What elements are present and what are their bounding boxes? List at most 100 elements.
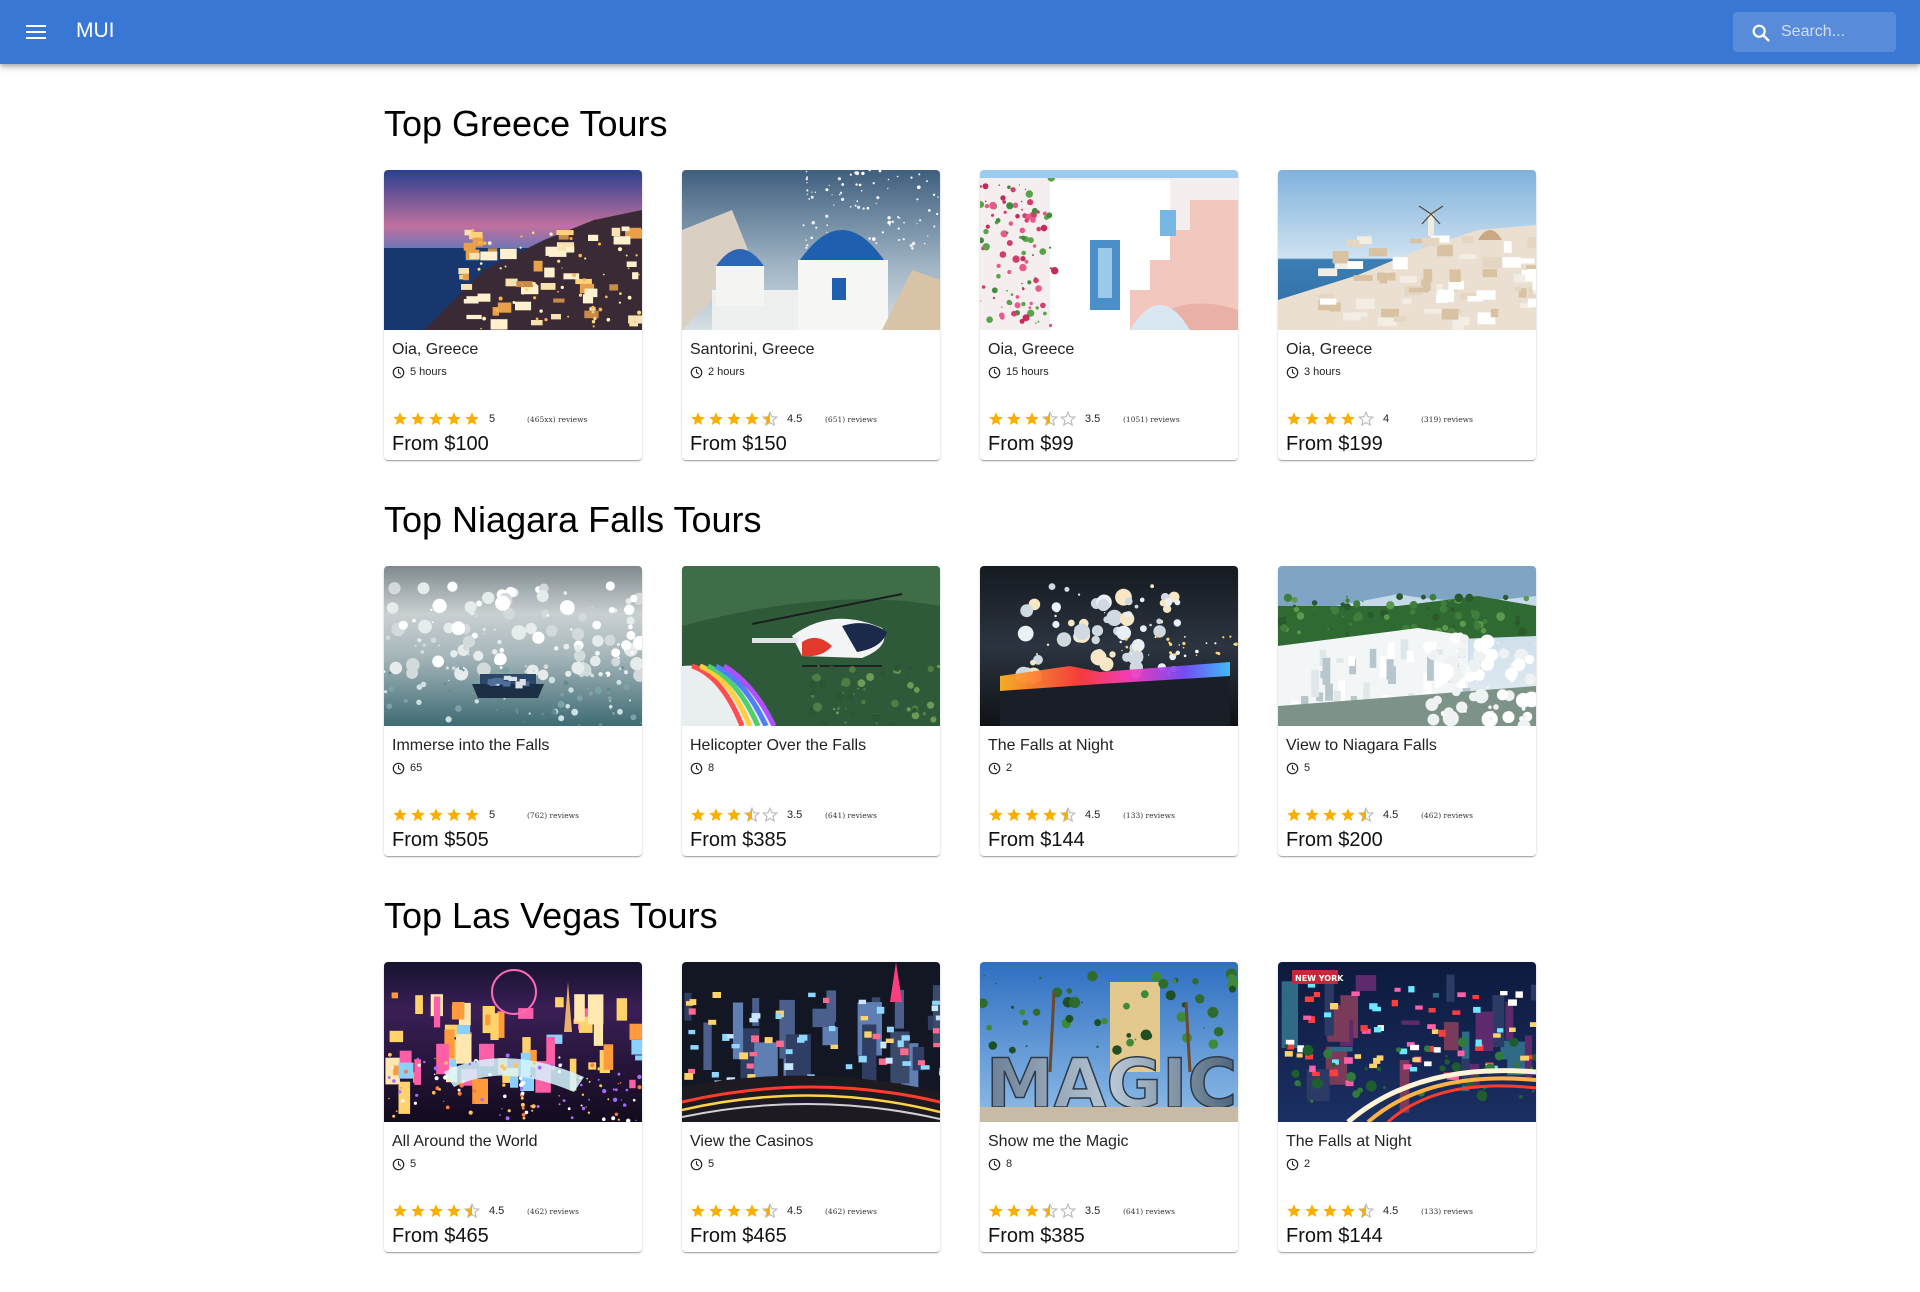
review-count: (462) reviews — [825, 1206, 877, 1216]
star-icon — [1305, 808, 1319, 821]
tour-card[interactable]: NEW YORK The Falls at Night 2 4.5 (133) … — [1278, 962, 1536, 1252]
tour-duration: 5 — [392, 1158, 416, 1171]
review-count: (641) reviews — [1123, 1206, 1175, 1216]
tour-name: The Falls at Night — [1286, 1133, 1412, 1150]
review-count: (462) reviews — [1421, 810, 1473, 820]
tour-card[interactable]: Helicopter Over the Falls 8 3.5 (641) re… — [682, 566, 940, 856]
tour-name: The Falls at Night — [988, 737, 1114, 754]
star-icon — [691, 808, 705, 821]
star-icon — [465, 808, 479, 821]
helicopter-rainbow-picture — [682, 566, 940, 726]
tour-price: From $465 — [690, 1225, 787, 1247]
star-icon — [411, 412, 425, 425]
star-icon — [465, 412, 479, 425]
vegas-strip-traffic-picture: NEW YORK — [1278, 962, 1536, 1122]
tour-rating: 4.5 (462) reviews — [690, 1203, 877, 1219]
search-box[interactable] — [1733, 12, 1896, 52]
rating-value: 4.5 — [787, 1205, 803, 1217]
tour-card[interactable]: View the Casinos 5 4.5 (462) reviews Fro… — [682, 962, 940, 1252]
tour-rating: 4.5 (651) reviews — [690, 411, 877, 427]
star-icon — [393, 412, 407, 425]
rating-stars — [1286, 1203, 1376, 1219]
tour-price: From $385 — [988, 1225, 1085, 1247]
rating-value: 4.5 — [489, 1205, 505, 1217]
tour-image-falls-night-lights — [980, 566, 1238, 726]
rating-value: 4.5 — [1383, 809, 1399, 821]
star-icon — [691, 1204, 705, 1217]
clock-icon — [690, 1158, 703, 1171]
tour-card[interactable]: Oia, Greece 3 hours 4 (319) reviews From… — [1278, 170, 1536, 460]
tour-rating: 5 (465xx) reviews — [392, 411, 587, 427]
rating-value: 4.5 — [1085, 809, 1101, 821]
tour-image-vegas-casinos-night — [682, 962, 940, 1122]
star-icon — [429, 1204, 443, 1217]
rating-value: 4 — [1383, 413, 1390, 425]
star-half-icon — [1042, 1203, 1058, 1219]
clock-icon — [1286, 762, 1299, 775]
star-icon — [691, 412, 705, 425]
star-half-icon — [1358, 807, 1374, 823]
star-half-icon — [1042, 411, 1058, 427]
rating-value: 5 — [489, 809, 496, 821]
tour-card[interactable]: Oia, Greece 5 hours 5 (465xx) reviews Fr… — [384, 170, 642, 460]
rating-stars — [988, 1203, 1078, 1219]
tour-card[interactable]: MAGIC Show me the Magic 8 3.5 (641) revi… — [980, 962, 1238, 1252]
star-icon — [1025, 808, 1039, 821]
star-icon — [1287, 808, 1301, 821]
tour-duration: 5 hours — [392, 366, 447, 379]
star-icon — [1341, 1204, 1355, 1217]
section-title-las-vegas: Top Las Vegas Tours — [384, 895, 718, 936]
rating-value: 4.5 — [1383, 1205, 1399, 1217]
tour-duration: 2 — [1286, 1158, 1310, 1171]
star-icon — [1341, 808, 1355, 821]
clock-icon — [392, 762, 405, 775]
star-icon — [989, 1204, 1003, 1217]
tour-duration: 5 — [690, 1158, 714, 1171]
tour-card[interactable]: Immerse into the Falls 65 5 (762) review… — [384, 566, 642, 856]
tour-image-helicopter-rainbow — [682, 566, 940, 726]
star-icon — [411, 808, 425, 821]
star-icon — [393, 808, 407, 821]
tour-duration-text: 5 hours — [410, 366, 447, 378]
rating-stars — [690, 1203, 780, 1219]
tour-card[interactable]: View to Niagara Falls 5 4.5 (462) review… — [1278, 566, 1536, 856]
search-input[interactable] — [1781, 12, 1889, 52]
star-icon — [393, 1204, 407, 1217]
tour-duration: 8 — [690, 762, 714, 775]
star-icon — [1305, 1204, 1319, 1217]
rating-stars — [1286, 411, 1376, 427]
menu-button[interactable] — [20, 16, 52, 48]
star-icon — [1025, 412, 1039, 425]
rating-stars — [392, 807, 482, 823]
tour-image-oia-night-town — [384, 170, 642, 330]
tour-image-oia-windmills — [1278, 170, 1536, 330]
tour-duration-text: 2 — [1304, 1158, 1311, 1170]
tour-rating: 5 (762) reviews — [392, 807, 579, 823]
rating-stars — [988, 807, 1078, 823]
review-count: (462) reviews — [527, 1206, 579, 1216]
star-icon — [989, 808, 1003, 821]
star-icon — [1025, 1204, 1039, 1217]
tour-rating: 4.5 (133) reviews — [988, 807, 1175, 823]
tour-card[interactable]: The Falls at Night 2 4.5 (133) reviews F… — [980, 566, 1238, 856]
rating-stars — [392, 411, 482, 427]
review-count: (133) reviews — [1123, 810, 1175, 820]
review-count: (651) reviews — [825, 414, 877, 424]
star-half-icon — [762, 411, 778, 427]
star-empty-icon — [762, 807, 778, 823]
tour-price: From $200 — [1286, 829, 1383, 851]
tour-card[interactable]: All Around the World 5 4.5 (462) reviews… — [384, 962, 642, 1252]
tour-duration: 3 hours — [1286, 366, 1341, 379]
search-icon — [1752, 24, 1770, 42]
rating-stars — [690, 411, 780, 427]
tour-card[interactable]: Oia, Greece 15 hours 3.5 (1051) reviews … — [980, 170, 1238, 460]
tour-price: From $465 — [392, 1225, 489, 1247]
clock-icon — [392, 366, 405, 379]
rating-stars — [988, 411, 1078, 427]
star-empty-icon — [1060, 1203, 1076, 1219]
star-icon — [1323, 808, 1337, 821]
tour-duration-text: 5 — [410, 1158, 417, 1170]
tour-card[interactable]: Santorini, Greece 2 hours 4.5 (651) revi… — [682, 170, 940, 460]
star-icon — [989, 412, 1003, 425]
rating-value: 5 — [489, 413, 496, 425]
